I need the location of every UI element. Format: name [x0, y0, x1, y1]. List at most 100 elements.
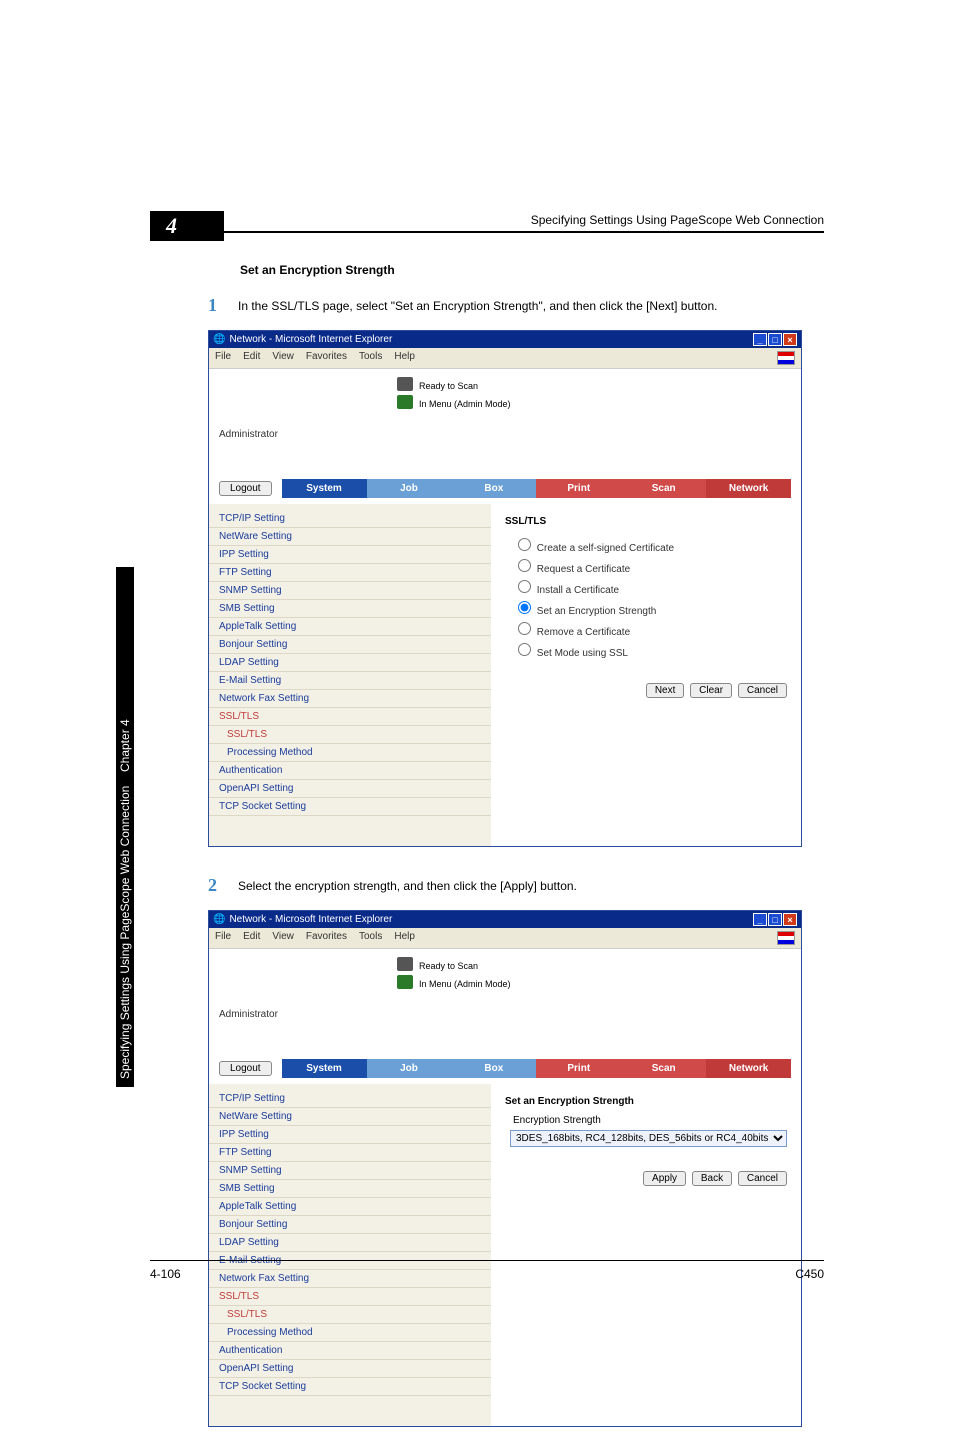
status-icon	[397, 395, 413, 409]
menu-favorites[interactable]: Favorites	[306, 351, 347, 365]
menu-tools[interactable]: Tools	[359, 931, 382, 945]
step-number: 2	[208, 875, 238, 896]
step-1: 1 In the SSL/TLS page, select "Set an En…	[208, 295, 824, 316]
next-button[interactable]: Next	[646, 683, 685, 698]
nav-processing-method[interactable]: Processing Method	[209, 744, 491, 762]
nav-ftp[interactable]: FTP Setting	[209, 1144, 491, 1162]
tab-scan[interactable]: Scan	[621, 1059, 706, 1078]
tab-box[interactable]: Box	[451, 479, 536, 498]
admin-label: Administrator	[219, 1009, 278, 1020]
nav-ipp[interactable]: IPP Setting	[209, 1126, 491, 1144]
tab-print[interactable]: Print	[536, 1059, 621, 1078]
menu-edit[interactable]: Edit	[243, 351, 260, 365]
window-title: Network - Microsoft Internet Explorer	[229, 914, 392, 925]
step-text: Select the encryption strength, and then…	[238, 875, 577, 896]
maximize-button[interactable]: □	[768, 333, 782, 346]
maximize-button[interactable]: □	[768, 913, 782, 926]
nav-tcpsocket[interactable]: TCP Socket Setting	[209, 1378, 491, 1396]
nav-smb[interactable]: SMB Setting	[209, 600, 491, 618]
close-button[interactable]: ×	[783, 913, 797, 926]
nav-appletalk[interactable]: AppleTalk Setting	[209, 618, 491, 636]
tab-job[interactable]: Job	[367, 479, 452, 498]
ie-throbber-icon	[777, 931, 795, 945]
clear-button[interactable]: Clear	[690, 683, 732, 698]
tab-system[interactable]: System	[282, 479, 367, 498]
tab-print[interactable]: Print	[536, 479, 621, 498]
menu-edit[interactable]: Edit	[243, 931, 260, 945]
nav-ssltls[interactable]: SSL/TLS	[209, 726, 491, 744]
logout-button[interactable]: Logout	[219, 1061, 272, 1076]
nav-tcpip[interactable]: TCP/IP Setting	[209, 510, 491, 528]
nav-ldap[interactable]: LDAP Setting	[209, 1234, 491, 1252]
nav-authentication[interactable]: Authentication	[209, 762, 491, 780]
step-text: In the SSL/TLS page, select "Set an Encr…	[238, 295, 717, 316]
opt-set-mode-ssl[interactable]: Set Mode using SSL	[513, 640, 787, 659]
tab-scan[interactable]: Scan	[621, 479, 706, 498]
encryption-strength-select[interactable]: 3DES_168bits, RC4_128bits, DES_56bits or…	[510, 1130, 787, 1147]
nav-tcpip[interactable]: TCP/IP Setting	[209, 1090, 491, 1108]
menu-file[interactable]: File	[215, 931, 231, 945]
nav-email[interactable]: E-Mail Setting	[209, 672, 491, 690]
nav-authentication[interactable]: Authentication	[209, 1342, 491, 1360]
sidebar-chapter: Chapter 4	[118, 720, 132, 773]
menu-view[interactable]: View	[272, 931, 294, 945]
nav-smb[interactable]: SMB Setting	[209, 1180, 491, 1198]
opt-install-cert[interactable]: Install a Certificate	[513, 577, 787, 596]
menu-help[interactable]: Help	[394, 931, 415, 945]
apply-button[interactable]: Apply	[643, 1171, 686, 1186]
nav-ldap[interactable]: LDAP Setting	[209, 654, 491, 672]
nav-openapi[interactable]: OpenAPI Setting	[209, 780, 491, 798]
nav-snmp[interactable]: SNMP Setting	[209, 582, 491, 600]
chapter-number-badge: 4	[150, 211, 224, 241]
ie-icon: 🌐	[213, 914, 225, 925]
nav-snmp[interactable]: SNMP Setting	[209, 1162, 491, 1180]
tab-network[interactable]: Network	[706, 1059, 791, 1078]
tab-box[interactable]: Box	[451, 1059, 536, 1078]
nav-openapi[interactable]: OpenAPI Setting	[209, 1360, 491, 1378]
nav-bonjour[interactable]: Bonjour Setting	[209, 636, 491, 654]
page-header: 4 Specifying Settings Using PageScope We…	[150, 197, 824, 233]
nav-ssltls-group[interactable]: SSL/TLS	[209, 1288, 491, 1306]
nav-ftp[interactable]: FTP Setting	[209, 564, 491, 582]
close-button[interactable]: ×	[783, 333, 797, 346]
menu-view[interactable]: View	[272, 351, 294, 365]
tab-job[interactable]: Job	[367, 1059, 452, 1078]
status-mode: In Menu (Admin Mode)	[419, 979, 511, 989]
minimize-button[interactable]: _	[753, 333, 767, 346]
screenshot-encryption-strength: 🌐 Network - Microsoft Internet Explorer …	[208, 910, 802, 1427]
status-ready: Ready to Scan	[419, 961, 478, 971]
admin-label: Administrator	[219, 429, 278, 440]
nav-ssltls[interactable]: SSL/TLS	[209, 1306, 491, 1324]
nav-netware[interactable]: NetWare Setting	[209, 1108, 491, 1126]
opt-request-cert[interactable]: Request a Certificate	[513, 556, 787, 575]
logout-button[interactable]: Logout	[219, 481, 272, 496]
back-button[interactable]: Back	[692, 1171, 732, 1186]
tab-system[interactable]: System	[282, 1059, 367, 1078]
menu-help[interactable]: Help	[394, 351, 415, 365]
model-label: C450	[795, 1267, 824, 1281]
nav-networkfax[interactable]: Network Fax Setting	[209, 690, 491, 708]
menu-file[interactable]: File	[215, 351, 231, 365]
minimize-button[interactable]: _	[753, 913, 767, 926]
nav-ssltls-group[interactable]: SSL/TLS	[209, 708, 491, 726]
nav-tcpsocket[interactable]: TCP Socket Setting	[209, 798, 491, 816]
window-titlebar: 🌐 Network - Microsoft Internet Explorer …	[209, 331, 801, 348]
cancel-button[interactable]: Cancel	[738, 683, 787, 698]
step-number: 1	[208, 295, 238, 316]
nav-bonjour[interactable]: Bonjour Setting	[209, 1216, 491, 1234]
menu-tools[interactable]: Tools	[359, 351, 382, 365]
nav-processing-method[interactable]: Processing Method	[209, 1324, 491, 1342]
opt-set-encryption[interactable]: Set an Encryption Strength	[513, 598, 787, 617]
cancel-button[interactable]: Cancel	[738, 1171, 787, 1186]
nav-netware[interactable]: NetWare Setting	[209, 528, 491, 546]
page-number: 4-106	[150, 1267, 181, 1281]
tab-network[interactable]: Network	[706, 479, 791, 498]
nav-ipp[interactable]: IPP Setting	[209, 546, 491, 564]
menu-bar: File Edit View Favorites Tools Help	[209, 928, 801, 949]
nav-appletalk[interactable]: AppleTalk Setting	[209, 1198, 491, 1216]
status-ready: Ready to Scan	[419, 381, 478, 391]
opt-remove-cert[interactable]: Remove a Certificate	[513, 619, 787, 638]
ie-icon: 🌐	[213, 334, 225, 345]
menu-favorites[interactable]: Favorites	[306, 931, 347, 945]
opt-create-cert[interactable]: Create a self-signed Certificate	[513, 535, 787, 554]
